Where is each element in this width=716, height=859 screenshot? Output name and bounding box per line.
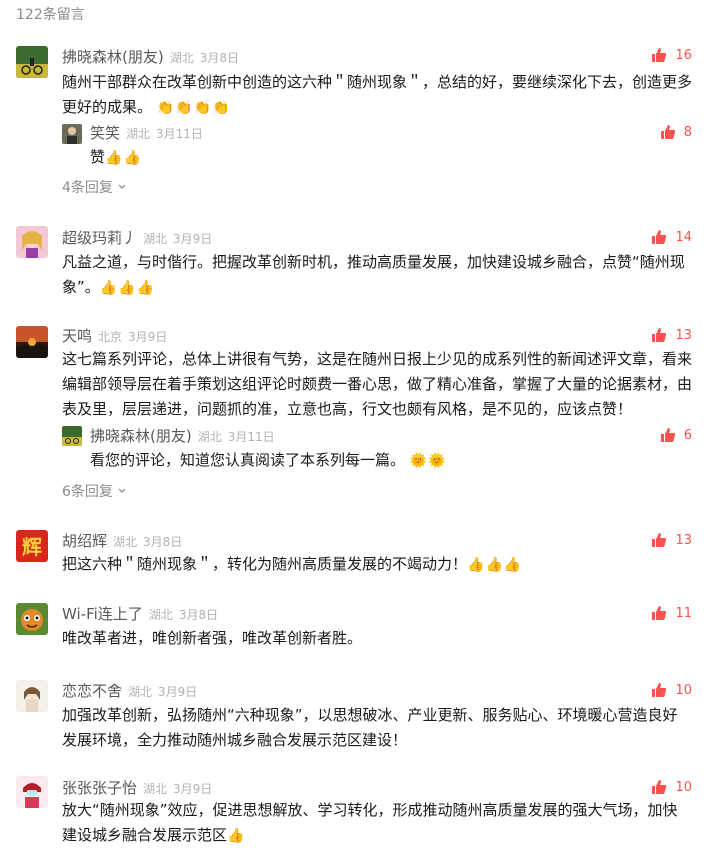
avatar[interactable]	[16, 226, 48, 258]
thumb-up-icon	[652, 48, 667, 62]
avatar[interactable]	[16, 603, 48, 635]
date: 3月8日	[143, 535, 183, 549]
svg-text:辉: 辉	[22, 535, 42, 559]
comment-meta: Wi-Fi连上了 湖北 3月8日	[62, 603, 218, 624]
avatar[interactable]: 辉	[16, 530, 48, 562]
comment-text: 这七篇系列评论，总体上讲很有气势，这是在随州日报上少见的成系列性的新闻述评文章，…	[62, 350, 693, 418]
comment-meta: 张张张子怡 湖北 3月9日	[62, 777, 212, 798]
location: 北京	[98, 330, 123, 344]
location: 湖北	[128, 685, 153, 699]
like-count: 16	[675, 47, 692, 63]
date: 3月9日	[173, 232, 213, 246]
reply-text: 赞👍👍	[90, 148, 142, 166]
commenter-name[interactable]: 胡绍辉	[62, 532, 107, 550]
avatar[interactable]	[16, 680, 48, 712]
commenter-name[interactable]: Wi-Fi连上了	[62, 605, 143, 623]
chevron-down-icon	[118, 184, 126, 189]
like-count: 10	[675, 779, 692, 795]
comment-meta: 拂晓森林(朋友) 湖北 3月8日	[62, 46, 239, 67]
reply-meta: 笑笑 湖北 3月11日	[90, 122, 203, 143]
commenter-name[interactable]: 恋恋不舍	[62, 682, 122, 700]
commenter-name[interactable]: 拂晓森林(朋友)	[62, 48, 164, 66]
avatar[interactable]	[16, 326, 48, 358]
like-button[interactable]: 10	[651, 779, 692, 795]
like-button[interactable]: 10	[651, 682, 692, 698]
location: 湖北	[143, 232, 168, 246]
comment-text: 放大“随州现象”效应，促进思想解放、学习转化，形成推动随州高质量发展的强大气场，…	[62, 801, 678, 844]
like-button[interactable]: 6	[660, 427, 692, 443]
thumb-up-icon	[652, 780, 667, 794]
like-button[interactable]: 13	[651, 532, 692, 548]
commenter-name[interactable]: 张张张子怡	[62, 779, 137, 797]
like-count: 13	[675, 532, 692, 548]
comment-meta: 超级玛莉丿 湖北 3月9日	[62, 227, 212, 248]
more-replies-link[interactable]: 4条回复	[62, 177, 127, 197]
thumb-up-icon	[660, 428, 675, 442]
comment-text: 凡益之道，与时偕行。把握改革创新时机，推动高质量发展，加快建设城乡融合，点赞“随…	[62, 253, 685, 296]
like-count: 13	[675, 327, 692, 343]
commenter-name[interactable]: 超级玛莉丿	[62, 229, 137, 247]
emoji: 👏👏👏👏	[156, 100, 231, 116]
comment-meta: 胡绍辉 湖北 3月8日	[62, 530, 182, 551]
date: 3月11日	[156, 127, 203, 141]
reply-text: 看您的评论，知道您认真阅读了本系列每一篇。 🌞🌞	[90, 451, 447, 469]
date: 3月8日	[178, 608, 219, 622]
comment-text: 唯改革者进，唯创新者强，唯改革创新者胜。	[62, 629, 363, 647]
comment-meta: 恋恋不舍 湖北 3月9日	[62, 680, 197, 701]
emoji: 🌞🌞	[409, 453, 447, 469]
date: 3月11日	[227, 430, 275, 444]
avatar[interactable]	[16, 46, 48, 78]
like-button[interactable]: 8	[660, 124, 692, 140]
comment-text: 随州干部群众在改革创新中创造的这六种＂随州现象＂，总结的好，要继续深化下去，创造…	[62, 73, 693, 116]
like-button[interactable]: 13	[651, 327, 692, 343]
location: 湖北	[126, 127, 151, 141]
comment-text: 把这六种＂随州现象＂，转化为随州高质量发展的不竭动力！👍👍👍	[62, 555, 523, 573]
date: 3月9日	[128, 330, 168, 344]
more-replies-link[interactable]: 6条回复	[62, 481, 127, 501]
thumb-up-icon	[652, 683, 667, 697]
location: 湖北	[169, 51, 194, 65]
like-button[interactable]: 11	[651, 605, 692, 621]
date: 3月8日	[199, 51, 240, 65]
comment-count: 122条留言	[16, 7, 85, 23]
emoji: 👍	[227, 828, 246, 844]
like-count: 8	[683, 124, 692, 140]
commenter-name[interactable]: 天鸣	[62, 327, 92, 345]
reply-meta: 拂晓森林(朋友) 湖北 3月11日	[90, 425, 275, 446]
reply-avatar[interactable]	[62, 426, 82, 446]
comment-meta: 天鸣 北京 3月9日	[62, 325, 167, 346]
avatar[interactable]	[16, 776, 48, 808]
location: 湖北	[197, 430, 222, 444]
thumb-up-icon	[652, 328, 667, 342]
emoji: 👍👍	[105, 150, 142, 166]
like-count: 14	[675, 229, 692, 245]
reply-name[interactable]: 拂晓森林(朋友)	[90, 427, 192, 445]
date: 3月9日	[158, 685, 198, 699]
like-count: 6	[683, 427, 692, 443]
like-button[interactable]: 14	[651, 229, 692, 245]
thumb-up-icon	[652, 606, 667, 620]
date: 3月9日	[173, 782, 213, 796]
location: 湖北	[143, 782, 168, 796]
like-count: 11	[675, 605, 692, 621]
chevron-down-icon	[118, 488, 126, 493]
comment-text: 加强改革创新，弘扬随州“六种现象”，以思想破冰、产业更新、服务贴心、环境暖心营造…	[62, 706, 678, 749]
reply-avatar[interactable]	[62, 124, 82, 144]
thumb-up-icon	[652, 230, 667, 244]
location: 湖北	[113, 535, 138, 549]
thumb-up-icon	[652, 533, 667, 547]
thumb-up-icon	[660, 125, 675, 139]
like-count: 10	[675, 682, 692, 698]
emoji: 👍👍👍	[99, 280, 156, 296]
like-button[interactable]: 16	[651, 47, 692, 63]
emoji: 👍👍👍	[467, 557, 523, 573]
reply-name[interactable]: 笑笑	[90, 124, 120, 142]
location: 湖北	[148, 608, 173, 622]
